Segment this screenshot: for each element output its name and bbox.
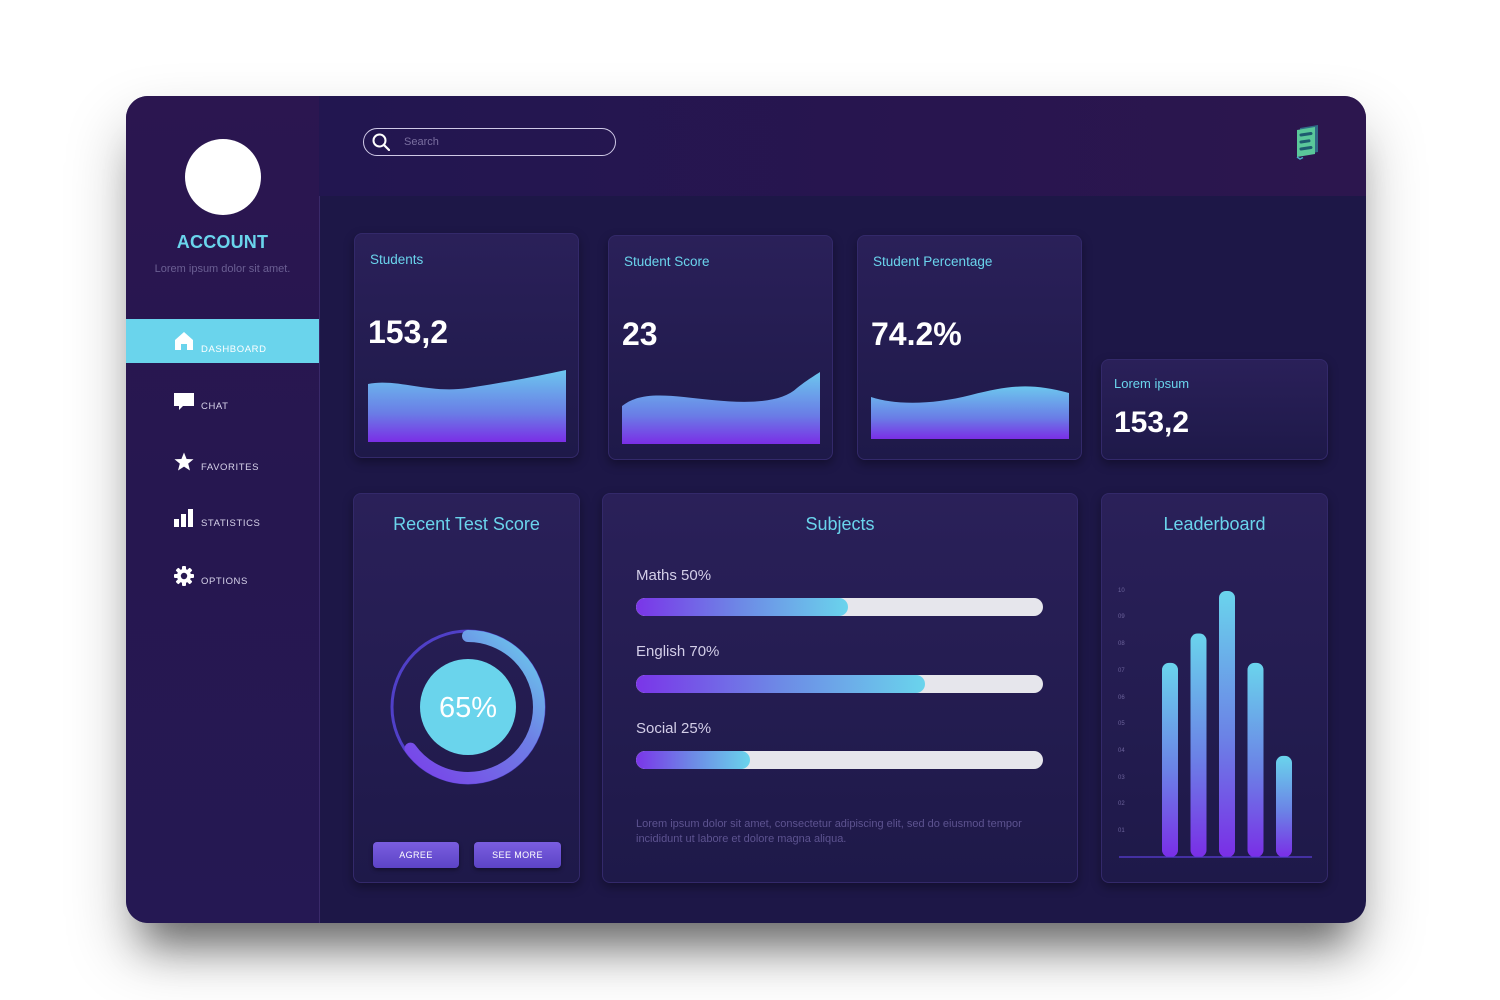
agree-button[interactable]: AGREE (373, 842, 459, 868)
stat-value: 153,2 (1114, 406, 1190, 439)
sidebar-item-favorites[interactable]: FAVORITES (126, 440, 319, 484)
subjects-note: Lorem ipsum dolor sit amet, consectetur … (636, 818, 1022, 845)
top-bar (319, 96, 1366, 196)
search-box[interactable] (363, 128, 616, 156)
stat-card-student-percentage[interactable]: Student Percentage 74.2% (857, 235, 1082, 460)
panel-title: Subjects (805, 514, 875, 534)
leaderboard-bar (1162, 662, 1178, 857)
stat-card-lorem-ipsum[interactable]: Lorem ipsum 153,2 (1101, 359, 1328, 460)
sidebar-item-label: FAVORITES (201, 462, 260, 473)
sidebar-item-label: OPTIONS (201, 576, 248, 587)
stat-value: 23 (622, 316, 658, 352)
progress-track-social (636, 751, 1043, 769)
progress-track-english (636, 675, 1043, 693)
account-title: ACCOUNT (176, 232, 269, 252)
bar-chart-icon (174, 509, 193, 527)
sidebar-item-statistics[interactable]: STATISTICS (126, 496, 319, 540)
dashboard-window: ACCOUNT Lorem ipsum dolor sit amet. DASH… (126, 96, 1366, 923)
progress-fill-english (636, 675, 925, 693)
leaderboard-bar (1219, 591, 1235, 857)
sidebar-item-label: CHAT (201, 401, 229, 412)
avatar[interactable] (185, 139, 261, 215)
search-input[interactable] (404, 133, 594, 151)
leaderboard-panel: Leaderboard 01 02 03 04 05 06 07 08 09 10 (1101, 493, 1328, 883)
see-more-button[interactable]: SEE MORE (474, 842, 561, 868)
chat-icon (174, 393, 194, 410)
stat-label: Lorem ipsum (1114, 376, 1190, 391)
search-icon[interactable] (372, 133, 390, 151)
student-score-sparkline (622, 372, 820, 444)
progress-fill-social (636, 751, 750, 769)
account-subtitle: Lorem ipsum dolor sit amet. (154, 263, 291, 275)
stat-card-student-score[interactable]: Student Score 23 (608, 235, 833, 460)
progress-track-maths (636, 598, 1043, 616)
students-sparkline (368, 370, 566, 442)
stat-card-students[interactable]: Students 153,2 (354, 233, 579, 458)
leaderboard-bar (1247, 662, 1264, 857)
subject-label-social: Social 25% (636, 720, 712, 737)
app-logo-icon[interactable] (1294, 124, 1322, 160)
recent-test-score-panel: Recent Test Score 65% AGREE SEE MORE (353, 493, 580, 883)
student-percentage-sparkline (871, 386, 1069, 439)
score-value: 65% (439, 692, 497, 724)
sidebar-item-options[interactable]: OPTIONS (126, 554, 319, 598)
leaderboard-chart (1119, 591, 1312, 858)
panel-title: Recent Test Score (393, 514, 540, 534)
stat-label: Student Percentage (873, 254, 993, 269)
leaderboard-bar (1276, 755, 1292, 857)
sidebar-item-label: DASHBOARD (201, 344, 267, 355)
star-icon (174, 452, 194, 471)
sidebar: ACCOUNT Lorem ipsum dolor sit amet. DASH… (126, 96, 320, 923)
subject-label-english: English 70% (636, 643, 720, 660)
sidebar-item-dashboard[interactable]: DASHBOARD (126, 319, 319, 363)
home-icon (175, 332, 193, 350)
stat-value: 74.2% (871, 316, 962, 352)
score-donut: 65% (390, 629, 546, 785)
progress-fill-maths (636, 598, 848, 616)
leaderboard-bar (1190, 633, 1207, 857)
sidebar-item-label: STATISTICS (201, 518, 261, 529)
stat-value: 153,2 (368, 314, 449, 350)
stat-label: Student Score (624, 254, 710, 269)
gear-icon (174, 566, 194, 586)
subjects-panel: Subjects Maths 50% English 70% Social 25… (602, 493, 1078, 883)
sidebar-item-chat[interactable]: CHAT (126, 379, 319, 423)
subject-label-maths: Maths 50% (636, 567, 712, 584)
stat-label: Students (370, 252, 424, 267)
